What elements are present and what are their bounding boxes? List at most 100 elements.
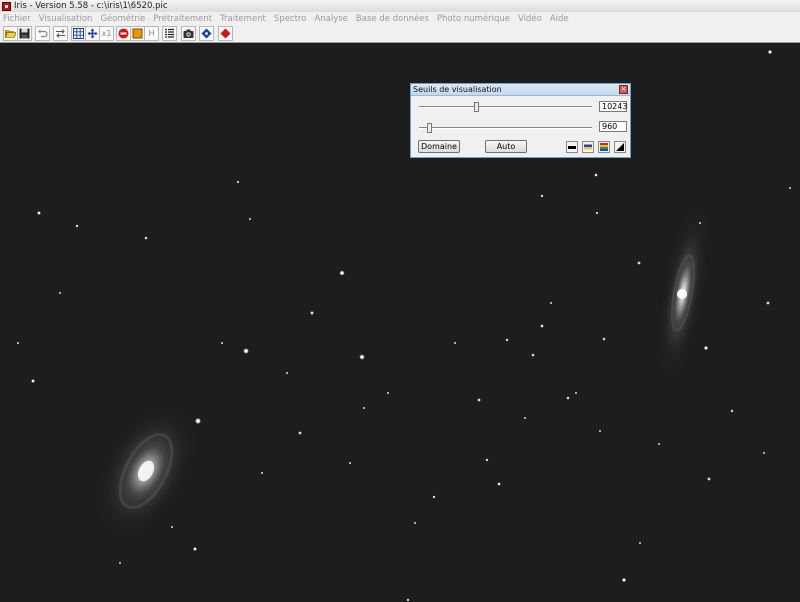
stop-icon[interactable] [116, 26, 131, 41]
star [599, 430, 601, 432]
star [789, 187, 791, 189]
star [363, 407, 365, 409]
undo-icon[interactable] [35, 26, 50, 41]
palette-grayscale-icon[interactable] [566, 141, 578, 153]
swap-icon[interactable] [53, 26, 68, 41]
star [550, 302, 552, 304]
star-core [541, 325, 543, 327]
star [575, 392, 577, 394]
star-core [31, 379, 35, 383]
star [414, 522, 416, 524]
auto-button[interactable]: Auto [485, 140, 527, 153]
close-icon[interactable]: × [619, 85, 628, 94]
menu-traitement[interactable]: Traitement [216, 14, 270, 24]
zoom-x1-icon[interactable]: x1 [99, 26, 114, 41]
star [637, 261, 641, 265]
high-threshold-slider-thumb[interactable] [474, 102, 480, 112]
star [639, 542, 641, 544]
star [763, 452, 765, 454]
star [602, 337, 606, 341]
dialog-title: Seuils de visualisation [413, 85, 502, 94]
star [298, 431, 302, 435]
menu-visualisation[interactable]: Visualisation [35, 14, 97, 24]
star [566, 396, 570, 400]
star-core [340, 271, 344, 275]
menu-aide[interactable]: Aide [546, 14, 573, 24]
star-core [360, 355, 364, 359]
iris-app-icon[interactable] [2, 1, 11, 11]
visualization-thresholds-dialog: Seuils de visualisation × 10243 960 Doma… [410, 83, 631, 158]
menu-geometrie[interactable]: Géométrie [96, 14, 149, 24]
star [17, 342, 19, 344]
palette-blue-yellow-icon[interactable] [582, 141, 594, 153]
star [531, 353, 535, 357]
star [730, 409, 734, 413]
star [59, 292, 61, 294]
window-title: Iris - Version 5.58 - c:\iris\1\6520.pic [14, 1, 168, 11]
star [119, 562, 121, 564]
save-icon[interactable] [17, 26, 32, 41]
star [144, 236, 148, 240]
star [432, 495, 436, 499]
star [707, 477, 711, 481]
palette-rainbow-icon[interactable] [598, 141, 610, 153]
star-core [595, 174, 597, 176]
star [658, 443, 660, 445]
menu-bar: Fichier Visualisation Géométrie Prétrait… [0, 12, 800, 25]
star [75, 224, 79, 228]
star [349, 462, 351, 464]
star-core [37, 211, 41, 215]
star-core [498, 483, 500, 485]
move-icon[interactable] [85, 26, 100, 41]
color-square-icon[interactable] [130, 26, 145, 41]
star [485, 458, 489, 462]
blue-diamond-icon[interactable] [199, 26, 214, 41]
star [454, 342, 456, 344]
red-diamond-icon[interactable] [218, 26, 233, 41]
open-folder-icon[interactable] [3, 26, 18, 41]
histogram-icon[interactable]: H [144, 26, 159, 41]
star [699, 222, 701, 224]
palette-gradient-icon[interactable] [614, 141, 626, 153]
star [524, 417, 526, 419]
star [766, 301, 770, 305]
camera-icon[interactable] [181, 26, 196, 41]
star [249, 218, 251, 220]
histogram-label: H [148, 29, 155, 38]
menu-base-de-donnees[interactable]: Base de données [352, 14, 433, 24]
star [387, 392, 389, 394]
menu-video[interactable]: Vidéo [514, 14, 546, 24]
star [310, 311, 314, 315]
low-threshold-field[interactable]: 960 [599, 121, 627, 132]
menu-analyse[interactable]: Analyse [310, 14, 351, 24]
low-threshold-slider-track[interactable] [419, 127, 592, 129]
menu-spectro[interactable]: Spectro [270, 14, 311, 24]
low-threshold-slider-thumb[interactable] [427, 123, 433, 133]
star-core [622, 578, 626, 582]
high-threshold-slider-track[interactable] [419, 106, 592, 108]
astronomy-image[interactable] [0, 43, 800, 602]
menu-fichier[interactable]: Fichier [0, 14, 35, 24]
image-viewport[interactable] [0, 43, 800, 602]
list-icon[interactable] [162, 26, 177, 41]
star-core [193, 547, 197, 551]
star [477, 398, 481, 402]
title-bar: Iris - Version 5.58 - c:\iris\1\6520.pic [0, 0, 800, 12]
grid-icon[interactable] [71, 26, 86, 41]
dialog-title-bar[interactable]: Seuils de visualisation × [411, 84, 630, 96]
star [595, 211, 599, 215]
star [221, 342, 223, 344]
high-threshold-field[interactable]: 10243 [599, 101, 627, 112]
star [261, 472, 263, 474]
star-core [768, 50, 772, 54]
star [505, 338, 509, 342]
menu-pretraitement[interactable]: Prétraitement [149, 14, 216, 24]
star-core [244, 349, 248, 353]
star [286, 372, 288, 374]
star-core [196, 419, 200, 423]
star [171, 526, 173, 528]
domaine-button[interactable]: Domaine [418, 140, 460, 153]
toolbar: x1 H [0, 25, 800, 43]
menu-photo-numerique[interactable]: Photo numérique [433, 14, 514, 24]
zoom-x1-label: x1 [101, 29, 112, 38]
